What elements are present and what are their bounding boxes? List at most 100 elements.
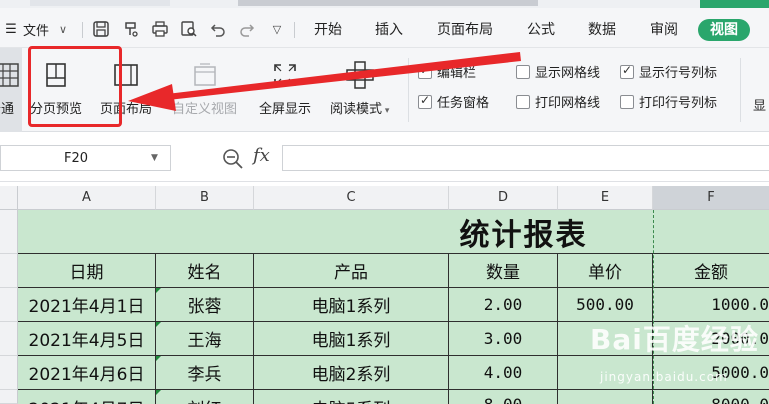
tab-review[interactable]: 审阅 [650,20,678,40]
header-cell[interactable]: 数量 [449,254,558,288]
tab-formulas[interactable]: 公式 [527,20,555,40]
select-all-corner[interactable] [0,186,18,210]
custom-view-icon [190,60,220,90]
header-cell[interactable]: 产品 [254,254,449,288]
header-cell[interactable]: 姓名 [156,254,254,288]
tab-insert[interactable]: 插入 [375,20,403,40]
checkbox-box [516,94,530,109]
checkbox-task-pane[interactable]: 任务窗格 [418,92,489,111]
checkbox-print-gridlines[interactable]: 打印网格线 [516,92,600,111]
row-header[interactable] [0,322,18,356]
row-header[interactable] [0,254,18,288]
row-header[interactable] [0,210,18,254]
report-title: 统计报表 [459,217,588,253]
chevron-down-icon: ∨ [59,22,68,36]
tab-data[interactable]: 数据 [588,20,616,40]
header-cell[interactable]: 单价 [558,254,653,288]
full-screen-button[interactable]: 全屏显示 [259,60,311,117]
date-cell[interactable]: 2021年4月5日 [18,322,156,356]
quantity-cell[interactable]: 4.00 [449,356,558,390]
checkbox-label: 显示行号列标 [639,66,718,81]
checkbox-show-gridlines[interactable]: 显示网格线 [516,62,600,81]
customize-toolbar-icon[interactable]: ▽ [266,18,288,40]
format-painter-icon[interactable] [120,18,142,40]
document-tab-active[interactable] [238,0,538,6]
custom-view-label: 自定义视图 [172,102,238,117]
checkbox-label: 显示网格线 [535,66,601,81]
tab-view[interactable]: 视图 [698,19,750,41]
tab-home[interactable]: 开始 [314,20,342,40]
title-tab-strip [0,0,769,8]
undo-icon[interactable] [207,18,229,40]
name-cell[interactable]: 王海 [156,322,254,356]
zoom-icon[interactable] [222,148,244,170]
product-cell[interactable]: 电脑2系列 [254,356,449,390]
reading-mode-button[interactable]: 阅读模式 ▾ [330,60,389,117]
fullscreen-icon [270,60,300,90]
column-header[interactable]: E [558,186,653,210]
custom-view-button[interactable]: 自定义视图 [172,60,237,117]
hamburger-icon: ☰ [5,21,17,37]
price-cell[interactable]: 500.00 [558,288,653,322]
column-header[interactable]: D [449,186,558,210]
watermark-main: Bai百度经验 [590,323,759,356]
print-preview-icon[interactable] [178,18,200,40]
fx-icon[interactable]: fx [253,145,270,166]
checkbox-box [620,63,634,79]
ribbon-overflow-label[interactable]: 显 [753,95,766,114]
date-cell[interactable]: 2021年4月7日 [18,390,156,404]
checkbox-box [418,63,432,79]
checkbox-print-headings[interactable]: 打印行号列标 [620,92,717,111]
checkbox-label: 打印网格线 [535,96,601,111]
redo-icon[interactable] [236,18,258,40]
date-cell[interactable]: 2021年4月6日 [18,356,156,390]
accent-tab[interactable] [700,0,769,8]
row-header[interactable] [0,288,18,322]
document-tab[interactable] [30,0,170,6]
quantity-cell[interactable]: 3.00 [449,322,558,356]
checkbox-label: 编辑栏 [437,66,477,81]
divider [294,22,295,38]
divider [82,22,83,38]
formula-input[interactable] [282,145,769,171]
error-indicator [156,390,161,395]
formula-bar: F20 ▼ fx [0,132,769,182]
product-cell[interactable]: 电脑1系列 [254,322,449,356]
divider [740,58,741,122]
quantity-cell[interactable]: 8.00 [449,390,558,404]
chevron-down-icon[interactable]: ▼ [151,153,158,163]
error-indicator [156,322,161,327]
column-header[interactable]: B [156,186,254,210]
file-menu-label: 文件 [23,23,50,39]
name-box[interactable]: F20 ▼ [0,145,171,171]
name-cell[interactable]: 张蓉 [156,288,254,322]
checkbox-show-headings[interactable]: 显示行号列标 [620,62,717,81]
checkbox-formula-bar[interactable]: 编辑栏 [418,62,476,81]
name-cell[interactable]: 李兵 [156,356,254,390]
column-header[interactable]: C [254,186,449,210]
name-box-value: F20 [63,150,89,166]
annotation-highlight-box [28,46,122,127]
amount-cell[interactable]: 1000.0 [653,288,769,322]
quantity-cell[interactable]: 2.00 [449,288,558,322]
name-cell[interactable]: 刘红 [156,390,254,404]
row-header[interactable] [0,390,18,404]
tab-page-layout[interactable]: 页面布局 [437,20,493,40]
product-cell[interactable]: 电脑1系列 [254,288,449,322]
normal-view-label: 普通 [0,102,15,117]
product-cell[interactable]: 电脑5系列 [254,390,449,404]
row-header[interactable] [0,356,18,390]
report-title-cell[interactable]: 统计报表 [18,210,769,254]
print-icon[interactable] [149,18,171,40]
normal-view-button[interactable]: 普通 [0,48,22,132]
full-screen-label: 全屏显示 [259,102,312,117]
save-icon[interactable] [90,18,112,40]
header-cell[interactable]: 金额 [653,254,769,288]
error-indicator [156,356,161,361]
column-header[interactable]: A [18,186,156,210]
header-cell[interactable]: 日期 [18,254,156,288]
date-cell[interactable]: 2021年4月1日 [18,288,156,322]
column-header-selected[interactable]: F [653,186,769,210]
checkbox-box [620,94,634,109]
file-menu-button[interactable]: ☰ 文件 ∨ [0,16,82,42]
